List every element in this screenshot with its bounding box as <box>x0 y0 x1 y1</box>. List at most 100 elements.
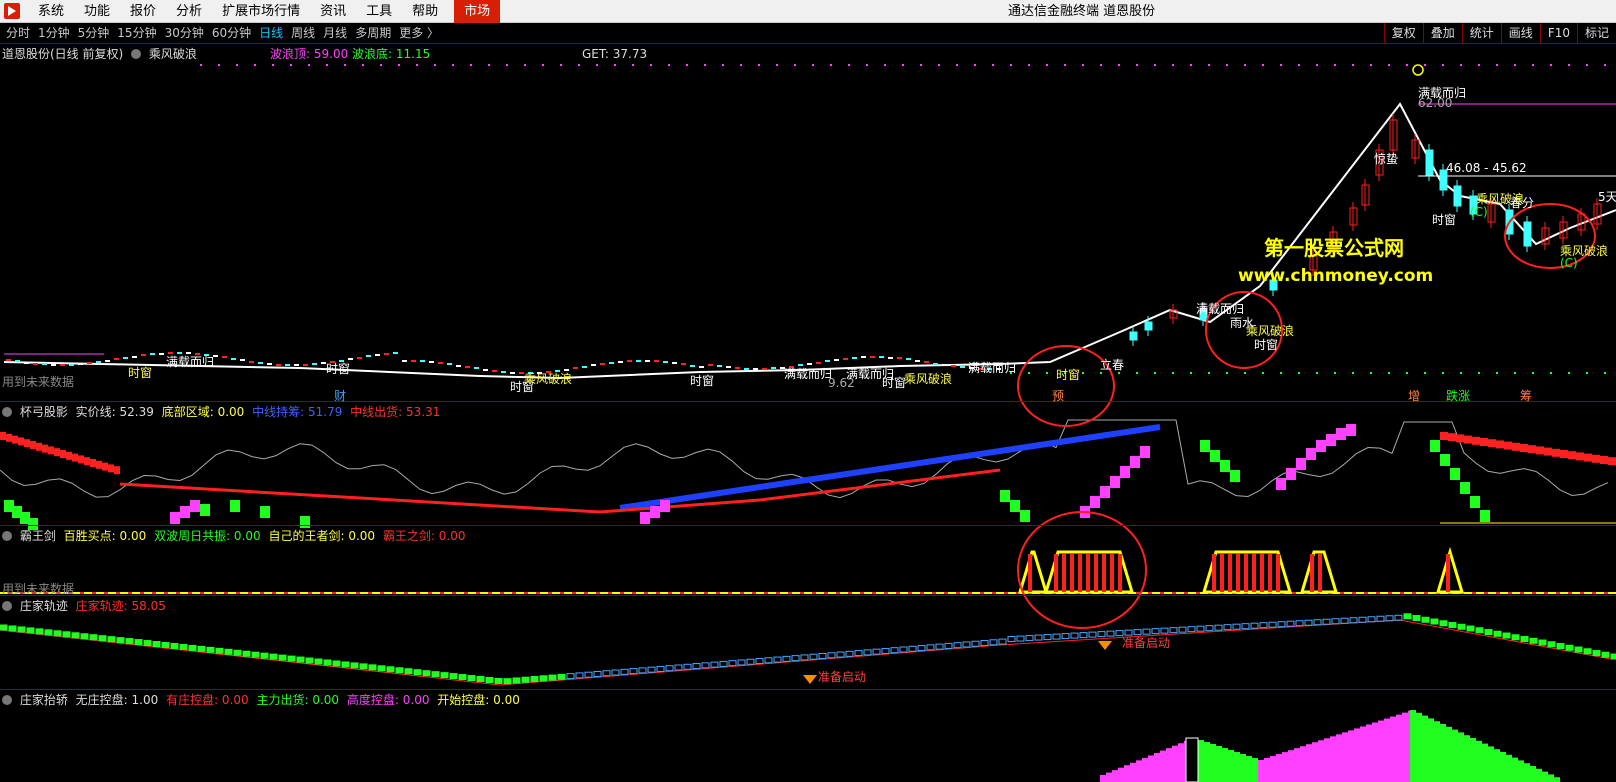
taiqiao-green-bar <box>1204 742 1210 782</box>
tab-60min[interactable]: 60分钟 <box>208 23 255 44</box>
taiqiao-green-bar <box>1494 749 1500 782</box>
menu-item-news[interactable]: 资讯 <box>310 0 356 23</box>
candle-body <box>1129 331 1138 341</box>
tab-timeshare[interactable]: 分时 <box>2 23 34 44</box>
bottom-dot <box>1442 372 1444 374</box>
zhuangjia-block <box>503 678 512 685</box>
draw-line-button[interactable]: 画线 <box>1500 23 1540 43</box>
tab-weekly[interactable]: 周线 <box>287 23 319 44</box>
menu-item-analysis[interactable]: 分析 <box>166 0 212 23</box>
taiqiao-name[interactable]: 庄家抬轿 <box>20 693 68 707</box>
beigong-green-block <box>1200 440 1210 452</box>
zhuangjia-block <box>1169 627 1178 634</box>
zhuangjia-block <box>1574 646 1583 653</box>
menu-item-market[interactable]: 市场 <box>454 0 501 23</box>
zhuangjia-block <box>1295 620 1304 627</box>
beigong-gray-line <box>0 419 1609 499</box>
statistics-button[interactable]: 统计 <box>1461 23 1501 43</box>
future-data-note: 用到未来数据 <box>2 375 75 389</box>
tab-monthly[interactable]: 月线 <box>319 23 351 44</box>
overlay-button[interactable]: 叠加 <box>1422 23 1462 43</box>
restore-rights-button[interactable]: 复权 <box>1383 23 1423 43</box>
mini-candle <box>591 364 596 366</box>
zhuangjia-block <box>944 642 953 649</box>
bottom-dot <box>1172 372 1174 374</box>
beigong-red-block <box>18 437 24 446</box>
bottom-dot <box>1262 372 1264 374</box>
zhuangjia-block <box>1151 628 1160 635</box>
indicator-name[interactable]: 乘风破浪 <box>149 47 197 61</box>
bottom-dot <box>1046 372 1048 374</box>
zhuangjia-block <box>1304 619 1313 626</box>
taiqiao-magenta-bar <box>1324 738 1330 782</box>
zhuangjia-block <box>656 665 665 672</box>
menu-item-quote[interactable]: 报价 <box>120 0 166 23</box>
zhuangjia-block <box>197 645 206 652</box>
tab-30min[interactable]: 30分钟 <box>161 23 208 44</box>
bottom-dot <box>1370 372 1372 374</box>
divider-main <box>0 401 1616 402</box>
menu-item-system[interactable]: 系统 <box>28 0 74 23</box>
tab-more[interactable]: 更多 〉 <box>395 23 443 44</box>
menu-item-function[interactable]: 功能 <box>74 0 120 23</box>
zhuangjia-guiji: 庄家轨迹: 58.05 <box>75 599 166 613</box>
top-dot <box>236 64 238 66</box>
taiqiao-magenta-bar <box>1258 760 1264 782</box>
tab-1min[interactable]: 1分钟 <box>34 23 74 44</box>
beigong-red-block <box>1448 433 1456 442</box>
zeng-label: 增 <box>1408 389 1421 403</box>
zhuangjia-block <box>980 640 989 647</box>
zhuangjia-block <box>17 626 26 633</box>
zhuangjia-block <box>629 668 638 675</box>
zhuangjia-block <box>1016 635 1025 642</box>
indicator-settings-icon[interactable] <box>2 407 12 417</box>
beigong-green-block <box>230 500 240 512</box>
menu-item-tools[interactable]: 工具 <box>356 0 402 23</box>
tab-5min[interactable]: 5分钟 <box>74 23 114 44</box>
indicator-settings-icon[interactable] <box>2 695 12 705</box>
zhuangjia-block <box>1034 634 1043 641</box>
beigong-red-block <box>1544 447 1552 456</box>
indicator-settings-icon[interactable] <box>131 49 142 59</box>
top-dot <box>1406 64 1408 66</box>
zhuangjia-block <box>206 646 215 653</box>
mini-candle <box>474 367 479 369</box>
mini-candle <box>699 366 704 368</box>
taiqiao-magenta-bar <box>1330 736 1336 782</box>
menu-item-ext-market[interactable]: 扩展市场行情 <box>212 0 310 23</box>
mini-candle <box>915 360 920 362</box>
menu-item-help[interactable]: 帮助 <box>402 0 448 23</box>
top-dot <box>668 64 670 66</box>
indicator-settings-icon[interactable] <box>2 531 12 541</box>
beigong-name[interactable]: 杯弓股影 <box>20 405 68 419</box>
taiqiao-green-bar <box>1554 777 1560 782</box>
beigong-green-block <box>200 504 210 516</box>
top-dot <box>1244 64 1246 66</box>
zhuangjia-block <box>863 649 872 656</box>
bawang-name[interactable]: 霸王剑 <box>20 529 56 543</box>
tab-15min[interactable]: 15分钟 <box>113 23 160 44</box>
mini-candle <box>681 363 686 365</box>
zhuangjia-block <box>458 674 467 681</box>
top-dot <box>614 64 616 66</box>
divider-beigong <box>0 525 1616 526</box>
top-dot <box>1172 64 1174 66</box>
zhuangjia-block <box>98 635 107 642</box>
bottom-dot <box>1406 372 1408 374</box>
zhuangjia-block <box>1556 643 1565 650</box>
zhuangjia-block <box>269 653 278 660</box>
indicator-settings-icon[interactable] <box>2 601 12 611</box>
mark-button[interactable]: 标记 <box>1576 23 1616 43</box>
beigong-magenta-block <box>640 512 650 524</box>
mini-candle <box>123 357 128 359</box>
taiqiao-green-bar <box>1470 738 1476 782</box>
top-dot <box>722 64 724 66</box>
tab-multi-period[interactable]: 多周期 <box>351 23 395 44</box>
zhuangjia-block <box>1313 619 1322 626</box>
f10-button[interactable]: F10 <box>1539 23 1577 43</box>
zhuangjia-block <box>1106 630 1115 637</box>
tab-daily[interactable]: 日线 <box>255 23 287 44</box>
zhuangjia-block <box>1493 630 1502 637</box>
zhuangjia-block <box>35 628 44 635</box>
zhuangjia-name[interactable]: 庄家轨迹 <box>20 599 68 613</box>
